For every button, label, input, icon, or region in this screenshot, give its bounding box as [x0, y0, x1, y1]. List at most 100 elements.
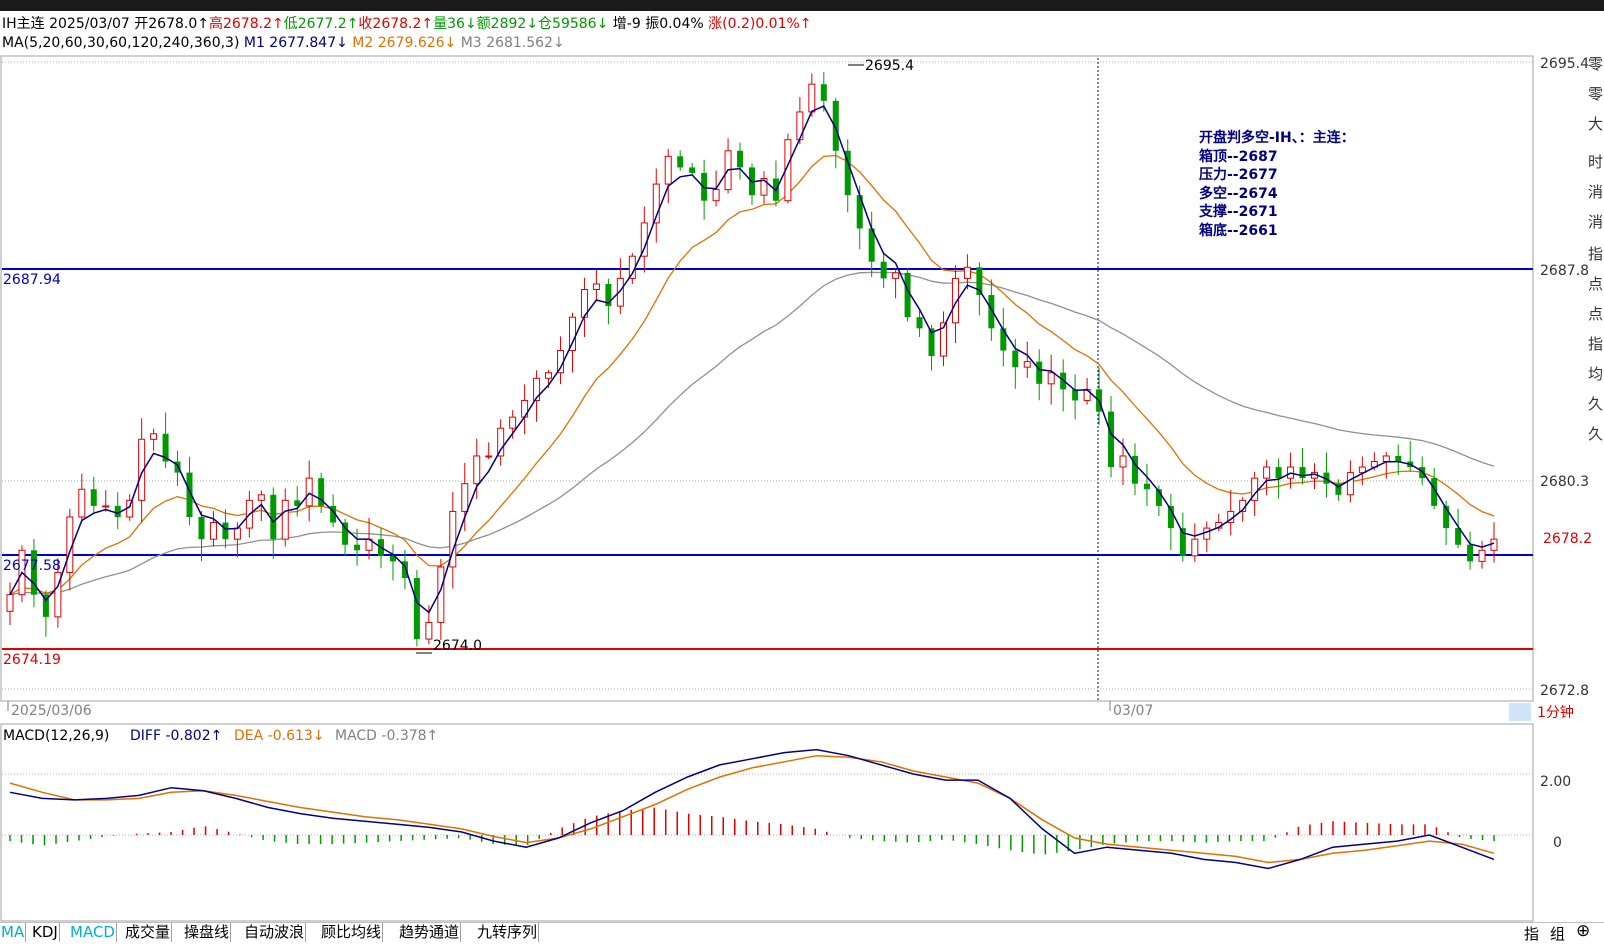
index-button[interactable]: 指: [1524, 923, 1539, 944]
candle-body-68: [820, 84, 827, 101]
candle-body-123: [1478, 549, 1486, 562]
macd-macd: MACD -0.378↑: [335, 728, 438, 744]
candle-body-84: [1012, 350, 1019, 368]
macd-tick-0: 0: [1553, 835, 1562, 851]
candle-body-76: [916, 317, 923, 329]
candle-body-118: [1419, 467, 1426, 479]
rp-char-2: 零: [1588, 85, 1604, 103]
macd-diff: DIFF -0.802↑: [130, 728, 222, 744]
candle-body-112: [1346, 472, 1354, 496]
candle-body-59: [712, 189, 720, 202]
ma-m3-path: [9, 271, 1495, 596]
annotation-title: 开盘判多空-IH、：主连：: [1199, 130, 1355, 146]
candle-body-124: [1490, 538, 1498, 551]
hline-low-label: 2674.19: [3, 652, 61, 668]
candle-body-17: [209, 522, 217, 540]
candle-body-12: [150, 433, 158, 440]
rp-char-11: 均: [1588, 365, 1604, 383]
candle-body-80: [963, 266, 971, 279]
candle-body-45: [545, 372, 553, 379]
date-left-label: 2025/03/06: [11, 703, 92, 719]
strategy-annotation: 开盘判多空-IH、：主连： 箱顶--2687 压力--2677 多空--2674…: [1199, 129, 1355, 241]
annotation-line-box-top: 箱顶--2687: [1199, 148, 1278, 165]
candle-body-92: [1108, 411, 1115, 468]
hline-mid-label: 2677.58: [3, 558, 61, 574]
rp-char-6: 消: [1588, 213, 1604, 231]
tab-trend-channel[interactable]: 趋势通道: [398, 923, 462, 942]
candle-body-19: [233, 527, 241, 540]
tab-trade-line[interactable]: 操盘线: [183, 923, 232, 942]
tab-volume[interactable]: 成交量: [124, 923, 173, 942]
candle-body-122: [1467, 544, 1474, 562]
macd-frame: [0, 723, 1534, 922]
candle-body-55: [664, 155, 672, 185]
current-price-label: 2678.2: [1543, 531, 1592, 547]
candle-body-73: [880, 261, 887, 279]
candle-body-85: [1023, 361, 1031, 368]
candle-body-41: [497, 427, 505, 457]
rp-char-10: 指: [1588, 335, 1604, 353]
candle-body-39: [473, 455, 481, 485]
candle-body-42: [509, 416, 517, 429]
annotation-line-resistance: 压力--2677: [1199, 167, 1278, 184]
rp-char-9: 点: [1588, 305, 1604, 323]
candle-body-86: [1036, 361, 1043, 384]
macd-tick-2: 2.00: [1540, 774, 1571, 790]
hline-top-label: 2687.94: [3, 272, 61, 288]
candle-body-25: [305, 477, 313, 507]
rp-char-7: 指: [1588, 245, 1604, 263]
candle-body-116: [1395, 455, 1402, 462]
tick-2695-4: 2695.4: [1540, 56, 1589, 72]
scroll-box[interactable]: [1509, 703, 1531, 721]
tick-2687-8: 2687.8: [1540, 263, 1589, 279]
candle-body-115: [1382, 455, 1390, 463]
candle-body-40: [485, 455, 493, 458]
tab-gmma[interactable]: 顾比均线: [320, 923, 384, 942]
tick-2672-8: 2672.8: [1540, 683, 1589, 699]
tab-ma[interactable]: MA: [0, 923, 27, 942]
candle-body-87: [1047, 372, 1055, 385]
candle-body-18: [222, 522, 229, 540]
candle-body-67: [808, 83, 816, 113]
candle-body-8: [102, 505, 110, 508]
rp-char-1: 零: [1588, 55, 1604, 73]
add-icon[interactable]: ⊕: [1576, 921, 1590, 941]
candle-body-57: [689, 167, 696, 173]
annotation-line-support: 支撑--2671: [1199, 204, 1278, 221]
candle-body-99: [1191, 538, 1199, 557]
candle-body-49: [592, 283, 600, 290]
candle-body-75: [904, 272, 911, 318]
candle-body-105: [1263, 466, 1271, 479]
indicator-tab-bar: [0, 922, 1604, 944]
group-button[interactable]: 组: [1550, 923, 1565, 944]
tab-macd[interactable]: MACD: [69, 923, 117, 942]
right-info-panel[interactable]: 零 零 大 时 消 消 指 点 点 指 均 久 久: [1586, 11, 1604, 911]
annotation-line-pivot: 多空--2674: [1199, 185, 1278, 202]
tab-kdj[interactable]: KDJ: [31, 923, 60, 942]
candle-body-106: [1275, 467, 1282, 479]
candle-body-38: [461, 483, 469, 512]
candle-body-83: [1000, 328, 1007, 351]
candle-body-95: [1143, 483, 1150, 490]
tick-2680-3: 2680.3: [1540, 474, 1589, 490]
candle-body-6: [78, 488, 86, 518]
candle-body-93: [1119, 455, 1127, 468]
candle-body-16: [198, 516, 205, 540]
price-chart[interactable]: 2695.4 2687.8 2680.3 2672.8 2678.2 2687.…: [0, 0, 1604, 943]
macd-dea-line: [9, 754, 1495, 864]
candle-body-23: [281, 499, 289, 540]
candle-body-0: [6, 594, 14, 612]
rp-char-8: 点: [1588, 275, 1604, 293]
period-label: 1分钟: [1537, 704, 1574, 721]
candle-body-108: [1299, 467, 1306, 479]
annotation-line-box-bottom: 箱底--2661: [1199, 222, 1278, 239]
candle-body-29: [354, 544, 361, 551]
candle-body-34: [413, 578, 420, 640]
candle-body-74: [892, 272, 900, 279]
date-mid-label: 03/07: [1113, 703, 1153, 719]
rp-char-13: 久: [1588, 425, 1604, 443]
candle-body-22: [270, 494, 277, 540]
tab-auto-wave[interactable]: 自动波浪: [243, 923, 307, 942]
candle-body-7: [90, 489, 97, 506]
tab-td-sequential[interactable]: 九转序列: [476, 923, 540, 942]
